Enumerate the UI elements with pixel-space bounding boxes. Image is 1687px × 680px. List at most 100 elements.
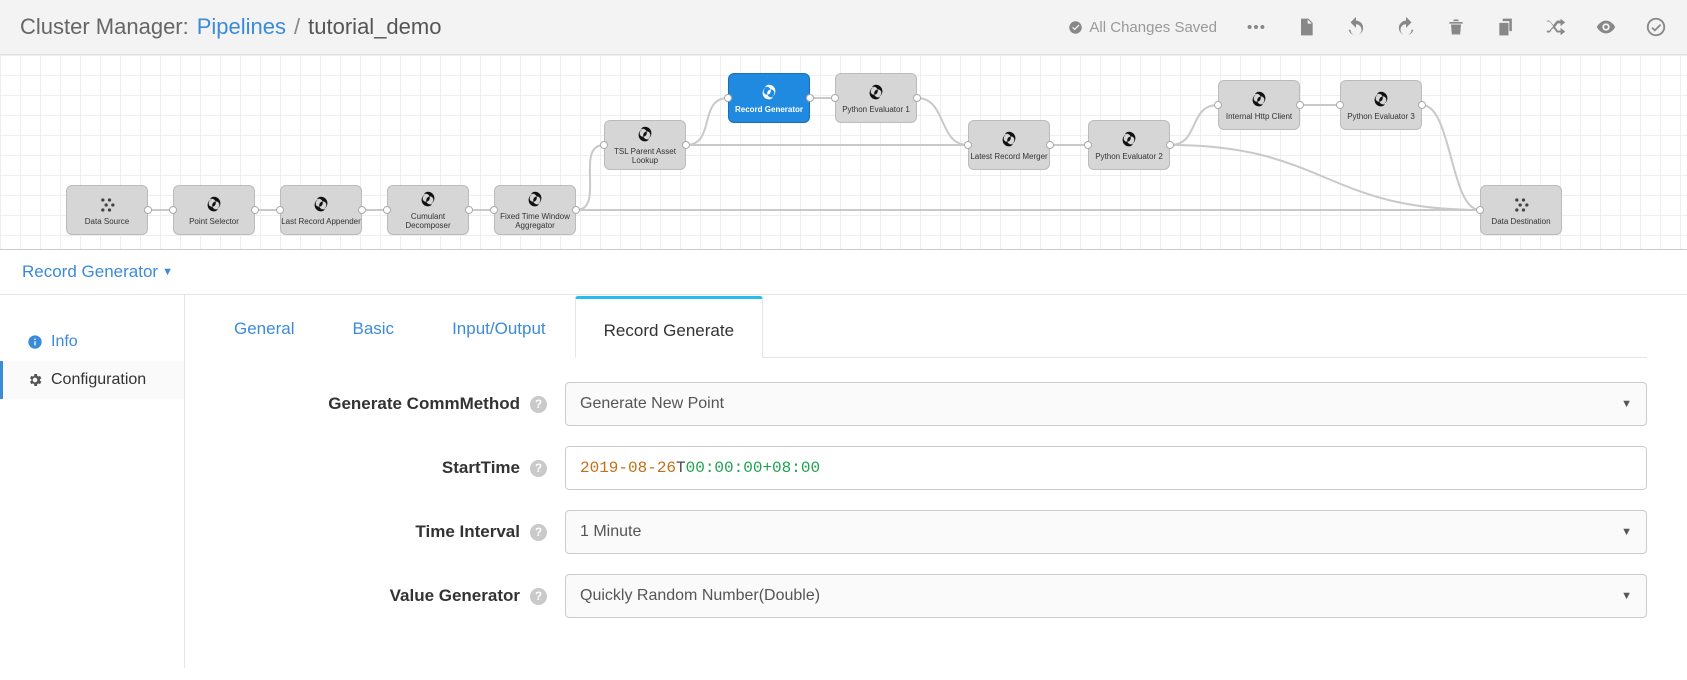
side-tab-info[interactable]: Info — [0, 323, 184, 361]
pipeline-node-label: Latest Record Merger — [970, 153, 1047, 162]
config-tab[interactable]: Basic — [323, 296, 423, 358]
selected-stage-dropdown[interactable]: Record Generator ▼ — [22, 262, 173, 282]
config-tab[interactable]: Input/Output — [423, 296, 575, 358]
input-port[interactable] — [724, 94, 732, 102]
select-input[interactable]: Generate New Point — [565, 382, 1647, 426]
pipeline-node-label: Record Generator — [735, 106, 803, 115]
validate-button[interactable] — [1645, 16, 1667, 38]
pipeline-node-label: Point Selector — [189, 218, 239, 227]
form-row: StartTime?2019-08-26T00:00:00+08:00 — [205, 446, 1647, 490]
pipeline-node[interactable]: Data Destination — [1480, 185, 1562, 235]
select-input[interactable]: Quickly Random Number(Double) — [565, 574, 1647, 618]
help-icon[interactable]: ? — [530, 588, 547, 605]
pipeline-node-label: Python Evaluator 1 — [842, 106, 910, 115]
delete-button[interactable] — [1445, 16, 1467, 38]
pipeline-node-label: Cumulant Decomposer — [388, 213, 468, 231]
output-port[interactable] — [806, 94, 814, 102]
output-port[interactable] — [1418, 101, 1426, 109]
swirl-icon — [310, 194, 332, 216]
side-tabs: Info Configuration — [0, 295, 185, 668]
form-control: 2019-08-26T00:00:00+08:00 — [565, 446, 1647, 490]
input-port[interactable] — [1214, 101, 1222, 109]
redo-button[interactable] — [1395, 16, 1417, 38]
pipeline-node[interactable]: Python Evaluator 1 — [835, 73, 917, 123]
pipeline-node[interactable]: Python Evaluator 3 — [1340, 80, 1422, 130]
output-port[interactable] — [682, 141, 690, 149]
pipeline-node[interactable]: Data Source — [66, 185, 148, 235]
input-port[interactable] — [490, 206, 498, 214]
pipeline-node-label: TSL Parent Asset Lookup — [605, 148, 685, 166]
pipeline-node[interactable]: Latest Record Merger — [968, 120, 1050, 170]
output-port[interactable] — [144, 206, 152, 214]
input-port[interactable] — [600, 141, 608, 149]
help-icon[interactable]: ? — [530, 460, 547, 477]
form-label: Generate CommMethod — [328, 394, 520, 414]
pipeline-node[interactable]: Point Selector — [173, 185, 255, 235]
input-port[interactable] — [1476, 206, 1484, 214]
shuffle-button[interactable] — [1545, 16, 1567, 38]
check-circle-outline-icon — [1645, 16, 1667, 38]
gear-icon — [27, 372, 43, 388]
pipeline-node[interactable]: Last Record Appender — [280, 185, 362, 235]
swirl-icon — [865, 82, 887, 104]
form-label-wrap: Time Interval? — [205, 522, 565, 542]
select-input[interactable]: 1 Minute — [565, 510, 1647, 554]
form-label: Time Interval — [415, 522, 520, 542]
copy-button[interactable] — [1495, 16, 1517, 38]
input-port[interactable] — [169, 206, 177, 214]
output-port[interactable] — [251, 206, 259, 214]
shuffle-icon — [1545, 16, 1567, 38]
pipeline-node[interactable]: Cumulant Decomposer — [387, 185, 469, 235]
dots-icon — [1510, 194, 1532, 216]
input-port[interactable] — [1084, 141, 1092, 149]
help-icon[interactable]: ? — [530, 524, 547, 541]
timestamp-input[interactable]: 2019-08-26T00:00:00+08:00 — [565, 446, 1647, 490]
caret-down-icon: ▼ — [162, 266, 173, 278]
input-port[interactable] — [1336, 101, 1344, 109]
form-row: Value Generator?Quickly Random Number(Do… — [205, 574, 1647, 618]
more-button[interactable] — [1245, 16, 1267, 38]
output-port[interactable] — [1046, 141, 1054, 149]
form-label-wrap: Value Generator? — [205, 586, 565, 606]
input-port[interactable] — [383, 206, 391, 214]
preview-button[interactable] — [1595, 16, 1617, 38]
new-file-button[interactable] — [1295, 16, 1317, 38]
output-port[interactable] — [913, 94, 921, 102]
undo-icon — [1345, 16, 1367, 38]
config-tab[interactable]: General — [205, 296, 323, 358]
dots-icon — [96, 194, 118, 216]
config-content: GeneralBasicInput/OutputRecord Generate … — [185, 295, 1687, 668]
copy-icon — [1496, 17, 1516, 37]
breadcrumb: Cluster Manager: Pipelines / tutorial_de… — [20, 14, 441, 40]
swirl-icon — [1248, 89, 1270, 111]
form-row: Generate CommMethod?Generate New Point — [205, 382, 1647, 426]
config-tab[interactable]: Record Generate — [575, 296, 763, 358]
output-port[interactable] — [358, 206, 366, 214]
input-port[interactable] — [964, 141, 972, 149]
form-label-wrap: StartTime? — [205, 458, 565, 478]
top-bar: Cluster Manager: Pipelines / tutorial_de… — [0, 0, 1687, 55]
input-port[interactable] — [276, 206, 284, 214]
breadcrumb-pipelines-link[interactable]: Pipelines — [197, 14, 286, 40]
form-control: Quickly Random Number(Double) — [565, 574, 1647, 618]
side-tab-configuration[interactable]: Configuration — [0, 361, 184, 399]
output-port[interactable] — [572, 206, 580, 214]
swirl-icon — [203, 194, 225, 216]
pipeline-node[interactable]: TSL Parent Asset Lookup — [604, 120, 686, 170]
pipeline-node[interactable]: Internal Http Client — [1218, 80, 1300, 130]
input-port[interactable] — [831, 94, 839, 102]
help-icon[interactable]: ? — [530, 396, 547, 413]
output-port[interactable] — [1296, 101, 1304, 109]
pipeline-node[interactable]: Record Generator — [728, 73, 810, 123]
pipeline-node-label: Fixed Time Window Aggregator — [495, 213, 575, 231]
pipeline-node-label: Data Source — [85, 218, 129, 227]
output-port[interactable] — [465, 206, 473, 214]
form-row: Time Interval?1 Minute — [205, 510, 1647, 554]
pipeline-canvas[interactable]: Data Source Point Selector Last Record App… — [0, 55, 1687, 250]
side-tab-info-label: Info — [51, 333, 78, 351]
output-port[interactable] — [1166, 141, 1174, 149]
undo-button[interactable] — [1345, 16, 1367, 38]
pipeline-node[interactable]: Fixed Time Window Aggregator — [494, 185, 576, 235]
form-label-wrap: Generate CommMethod? — [205, 394, 565, 414]
pipeline-node[interactable]: Python Evaluator 2 — [1088, 120, 1170, 170]
